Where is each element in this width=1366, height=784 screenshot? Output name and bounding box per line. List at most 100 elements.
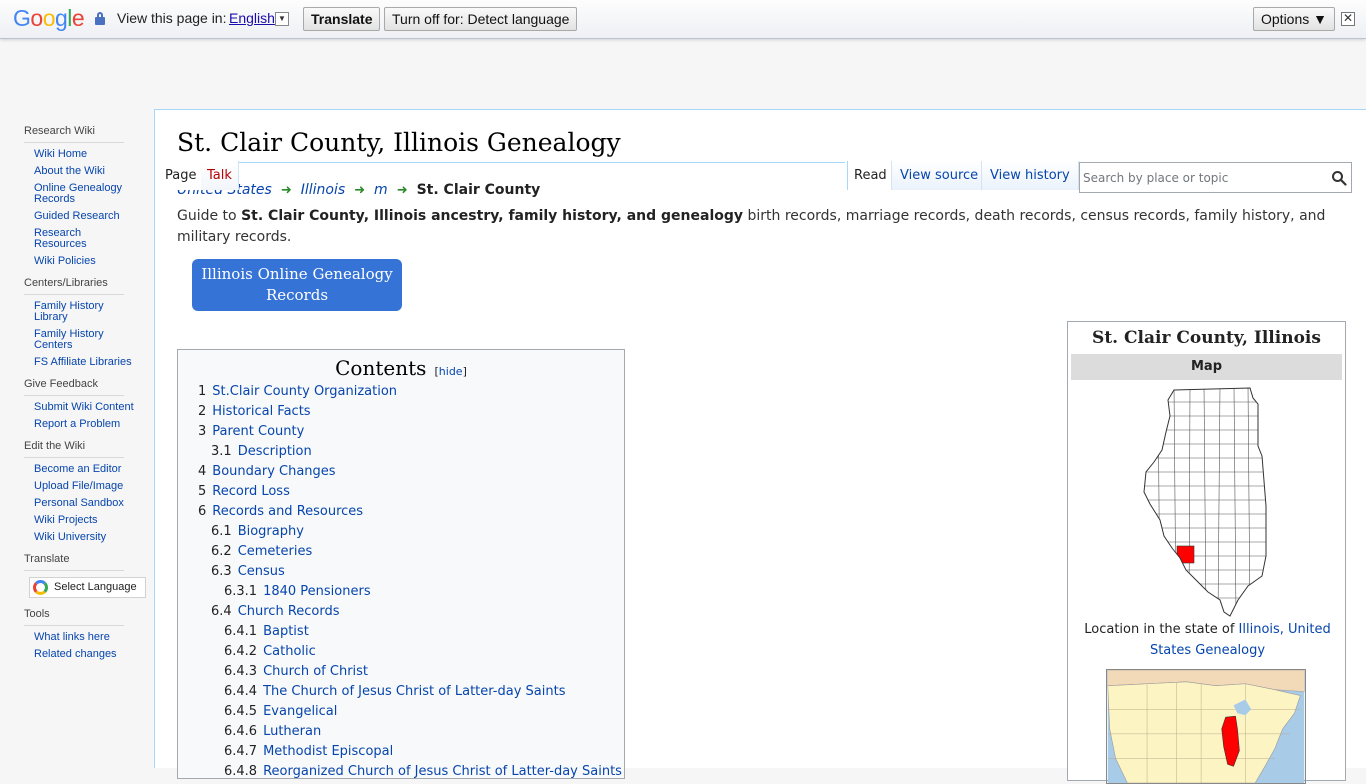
sidebar-item[interactable]: FS Affiliate Libraries (34, 357, 134, 368)
toc-item[interactable]: 6.4 Church Records (178, 602, 624, 622)
toc-item[interactable]: 3.1 Description (178, 442, 624, 462)
dropdown-arrow-icon[interactable]: ▼ (275, 12, 289, 26)
toc-item-label: Lutheran (263, 724, 322, 739)
sidebar-list: Become an Editor Upload File/Image Persona… (24, 464, 154, 543)
toc-item-number: 6.3.1 (224, 584, 258, 599)
toc-item[interactable]: 6.2 Cemeteries (178, 542, 624, 562)
breadcrumb-item-illinois[interactable]: Illinois (301, 182, 345, 198)
infobox-title: St. Clair County, Illinois (1092, 328, 1321, 348)
toc-item[interactable]: 6.3.1 1840 Pensioners (178, 582, 624, 602)
toc-item-label: Boundary Changes (212, 464, 336, 479)
toc-item-number: 6.4.3 (224, 664, 258, 679)
sidebar-item[interactable]: Family History Library (34, 301, 134, 323)
arrow-right-icon: ➜ (354, 183, 366, 198)
toc-hide-link[interactable]: hide (439, 365, 463, 378)
close-icon[interactable]: ✕ (1341, 12, 1355, 26)
select-language-widget[interactable]: Select Language (29, 577, 146, 598)
toc-item[interactable]: 1 St.Clair County Organization (178, 382, 624, 402)
sidebar-section: Tools What links here Related changes (24, 608, 154, 660)
sidebar-item[interactable]: Online Genealogy Records (34, 183, 134, 205)
sidebar-item[interactable]: Wiki Home (34, 149, 134, 160)
toc-item-number: 6.4.5 (224, 704, 258, 719)
toc-item[interactable]: 2 Historical Facts (178, 402, 624, 422)
sidebar-item[interactable]: About the Wiki (34, 166, 134, 177)
toc-item-label: Biography (237, 524, 304, 539)
tab-view-source[interactable]: View source (891, 161, 987, 190)
toc-item[interactable]: 5 Record Loss (178, 482, 624, 502)
sidebar-item[interactable]: Family History Centers (34, 329, 134, 351)
toc-list: 1 St.Clair County Organization 2 Historical… (178, 382, 624, 782)
intro-paragraph: Guide to St. Clair County, Illinois ance… (177, 206, 1342, 248)
toc-item[interactable]: 6.1 Biography (178, 522, 624, 542)
tab-page[interactable]: Page (159, 161, 203, 190)
toc-item-number: 6.2 (211, 544, 232, 559)
toc-item-label: Methodist Episcopal (263, 744, 394, 759)
language-select-link[interactable]: English (229, 10, 275, 26)
toc-item-number: 6.1 (211, 524, 232, 539)
arrow-right-icon: ➜ (280, 183, 292, 198)
toc-item-number: 6.4.4 (224, 684, 258, 699)
tab-talk[interactable]: Talk (201, 161, 239, 190)
sidebar-item[interactable]: Become an Editor (34, 464, 134, 475)
toc-item[interactable]: 6.4.3 Church of Christ (178, 662, 624, 682)
toc-item[interactable]: 6.4.4 The Church of Jesus Christ of Latte… (178, 682, 624, 702)
turn-off-translate-button[interactable]: Turn off for: Detect language (384, 7, 578, 31)
toc-item-number: 5 (198, 484, 207, 499)
toc-item[interactable]: 6.4.1 Baptist (178, 622, 624, 642)
toc-item-label: Evangelical (263, 704, 338, 719)
breadcrumb-item-m[interactable]: m (374, 182, 388, 198)
sidebar-item[interactable]: Personal Sandbox (34, 498, 134, 509)
breadcrumb-current: St. Clair County (416, 182, 541, 198)
toc-item-number: 6.4.6 (224, 724, 258, 739)
sidebar-item[interactable]: Upload File/Image (34, 481, 134, 492)
toc-item-label: Description (237, 444, 312, 459)
toc-item[interactable]: 6.4.6 Lutheran (178, 722, 624, 742)
toc-item[interactable]: 6.4.2 Catholic (178, 642, 624, 662)
search-input[interactable] (1080, 163, 1325, 192)
toc-item-label: Parent County (212, 424, 305, 439)
options-button[interactable]: Options ▼ (1253, 7, 1335, 31)
toc-item[interactable]: 6.3 Census (178, 562, 624, 582)
intro-prefix: Guide to (177, 208, 242, 224)
sidebar-item[interactable]: Wiki Policies (34, 256, 134, 267)
sidebar-item[interactable]: Research Resources (34, 228, 134, 250)
search-icon[interactable] (1331, 170, 1347, 186)
arrow-right-icon: ➜ (396, 183, 408, 198)
online-records-button[interactable]: Illinois Online Genealogy Records (192, 259, 402, 311)
intro-bold: St. Clair County, Illinois ancestry, fam… (241, 208, 744, 224)
sidebar-item[interactable]: What links here (34, 632, 134, 643)
main-content: St. Clair County, Illinois Genealogy Uni… (154, 109, 1366, 784)
tab-view-history[interactable]: View history (981, 161, 1079, 190)
toc-item[interactable]: 4 Boundary Changes (178, 462, 624, 482)
toc-item-number: 6.4.2 (224, 644, 258, 659)
toc-item[interactable]: 3 Parent County (178, 422, 624, 442)
toc-item-number: 6.4.1 (224, 624, 258, 639)
sidebar-section: Translate Select Language (24, 553, 154, 598)
sidebar-section: Edit the Wiki Become an Editor Upload File… (24, 440, 154, 543)
sidebar-heading: Translate (24, 553, 124, 571)
sidebar-item[interactable]: Wiki University (34, 532, 134, 543)
tab-read[interactable]: Read (847, 161, 893, 190)
toc-item-number: 2 (198, 404, 207, 419)
toc-item[interactable]: 6 Records and Resources (178, 502, 624, 522)
lock-icon (95, 12, 105, 25)
toc-item-label: Baptist (263, 624, 309, 639)
toc-item[interactable]: 6.4.5 Evangelical (178, 702, 624, 722)
google-g-icon (33, 580, 48, 595)
google-logo: Google (13, 5, 85, 31)
sidebar-list: Submit Wiki Content Report a Problem (24, 402, 154, 430)
sidebar-item[interactable]: Related changes (34, 649, 134, 660)
infobox-caption: Location in the state of Illinois, Unite… (1072, 619, 1343, 661)
toc-item[interactable]: 6.4.8 Reorganized Church of Jesus Christ … (178, 762, 624, 782)
sidebar-item[interactable]: Submit Wiki Content (34, 402, 134, 413)
translate-button[interactable]: Translate (303, 7, 381, 31)
toc-item[interactable]: 6.4.7 Methodist Episcopal (178, 742, 624, 762)
sidebar-item[interactable]: Wiki Projects (34, 515, 134, 526)
toc-item-number: 6.4.8 (224, 764, 258, 779)
sidebar-section: Centers/Libraries Family History Library F… (24, 277, 154, 368)
infobox: St. Clair County, Illinois Map Location … (1067, 321, 1346, 784)
sidebar-item[interactable]: Guided Research (34, 211, 134, 222)
us-locator-map[interactable] (1106, 669, 1306, 784)
illinois-county-map[interactable] (1140, 386, 1272, 618)
sidebar-item[interactable]: Report a Problem (34, 419, 134, 430)
